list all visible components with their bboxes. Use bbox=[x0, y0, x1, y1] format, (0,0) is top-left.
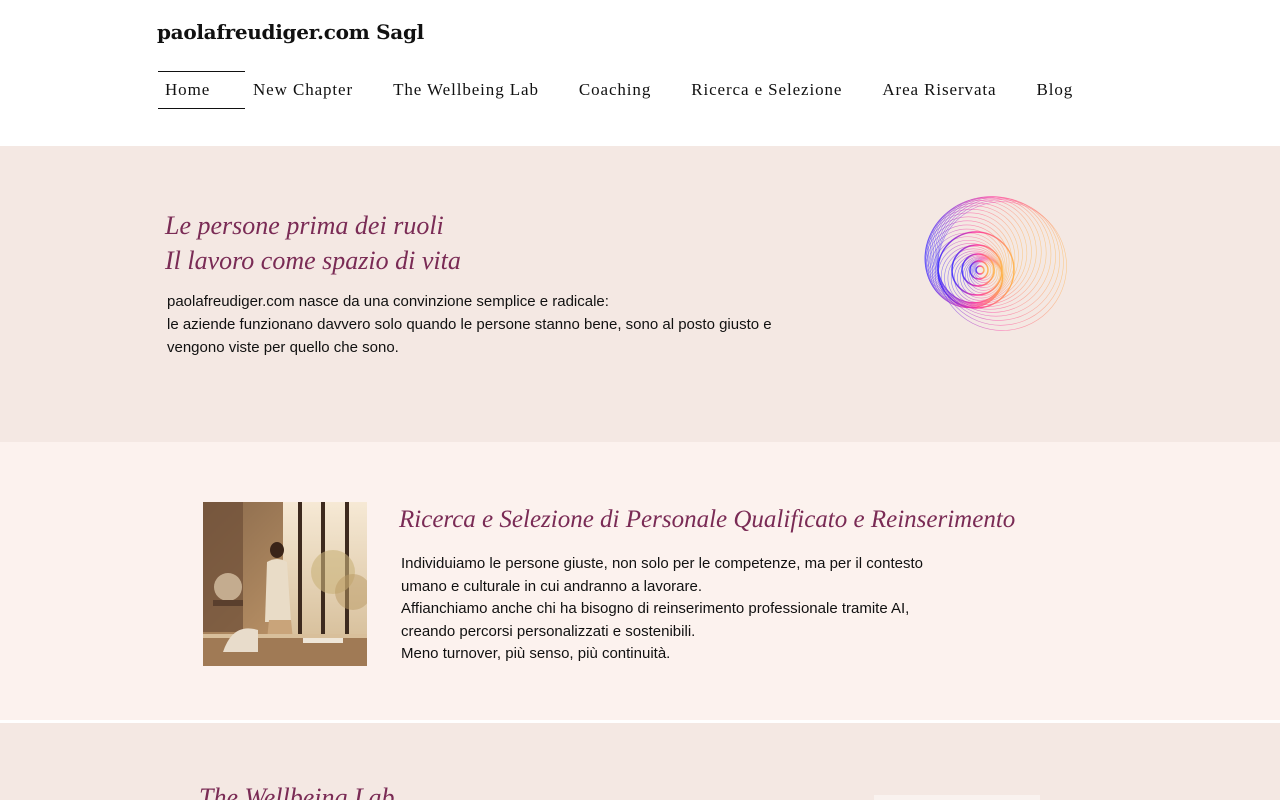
services-text-line: creando percorsi personalizzati e sosten… bbox=[401, 622, 696, 640]
nav-item-ricerca-selezione[interactable]: Ricerca e Selezione bbox=[691, 72, 842, 108]
services-text-line: umano e culturale in cui andranno a lavo… bbox=[401, 577, 703, 595]
nav-item-home[interactable]: Home bbox=[158, 71, 245, 109]
services-text: Individuiamo le persone giuste, non solo… bbox=[401, 553, 1001, 666]
hero-text-line-1: paolafreudiger.com nasce da una convinzi… bbox=[167, 293, 609, 310]
wellbeing-title: The Wellbeing Lab bbox=[199, 783, 395, 800]
spiral-logo-graphic bbox=[924, 196, 1067, 331]
hero-title-line-2: Il lavoro come spazio di vita bbox=[165, 246, 461, 275]
nav-item-area-riservata[interactable]: Area Riservata bbox=[882, 72, 996, 108]
main-nav: Home New Chapter The Wellbeing Lab Coach… bbox=[158, 71, 1073, 109]
services-text-line: Meno turnover, più senso, più continuità… bbox=[401, 645, 671, 662]
services-text-line: Affianchiamo anche chi ha bisogno di rei… bbox=[401, 600, 910, 617]
hero-text-line-3: vengono viste per quello che sono. bbox=[167, 339, 399, 356]
nav-item-new-chapter[interactable]: New Chapter bbox=[253, 72, 353, 108]
site-header: paolafreudiger.com Sagl Home New Chapter… bbox=[0, 0, 1280, 146]
hero-title: Le persone prima dei ruoli Il lavoro com… bbox=[165, 208, 461, 278]
office-woman-photo bbox=[203, 502, 367, 666]
hero-title-line-1: Le persone prima dei ruoli bbox=[165, 211, 444, 240]
nav-item-coaching[interactable]: Coaching bbox=[579, 72, 651, 108]
wellbeing-section: The Wellbeing Lab bbox=[0, 723, 1280, 800]
site-brand[interactable]: paolafreudiger.com Sagl bbox=[157, 20, 424, 44]
nav-item-wellbeing-lab[interactable]: The Wellbeing Lab bbox=[393, 72, 539, 108]
wellbeing-card bbox=[874, 795, 1040, 800]
nav-item-blog[interactable]: Blog bbox=[1036, 72, 1073, 108]
services-text-line: Individuiamo le persone giuste, non solo… bbox=[401, 555, 923, 572]
services-title: Ricerca e Selezione di Personale Qualifi… bbox=[399, 506, 1016, 533]
services-section: Ricerca e Selezione di Personale Qualifi… bbox=[0, 442, 1280, 720]
hero-text-line-2: le aziende funzionano davvero solo quand… bbox=[167, 316, 772, 333]
hero-section: Le persone prima dei ruoli Il lavoro com… bbox=[0, 146, 1280, 442]
hero-text: paolafreudiger.com nasce da una convinzi… bbox=[167, 290, 867, 359]
